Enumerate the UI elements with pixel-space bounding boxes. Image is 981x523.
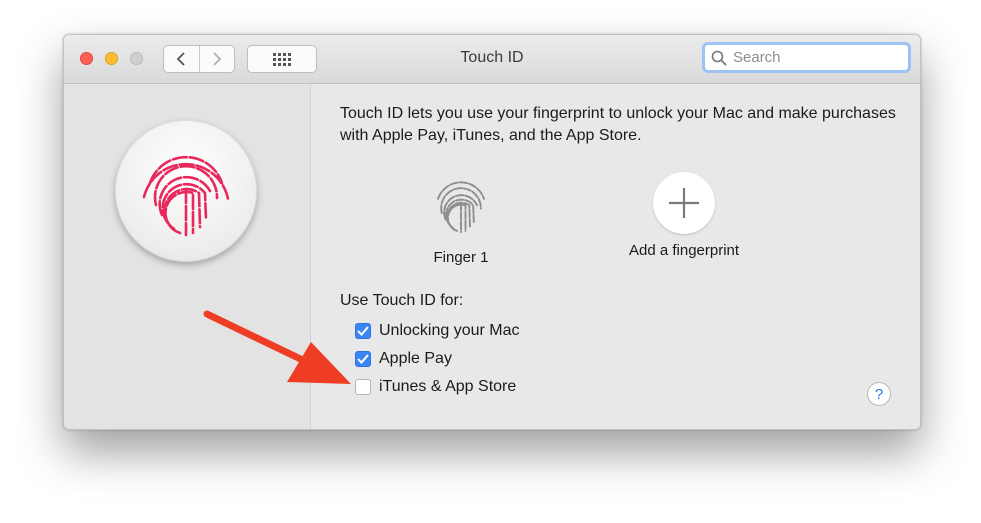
content-pane: Touch ID lets you use your fingerprint t… [311, 84, 920, 429]
touch-id-badge [115, 120, 257, 262]
fingerprint-icon [437, 181, 485, 234]
preferences-window: Touch ID Search Touch ID lets you use yo… [63, 34, 921, 430]
add-fingerprint-button[interactable]: Add a fingerprint [629, 172, 739, 259]
plus-icon [669, 188, 700, 218]
option-unlocking-mac[interactable]: Unlocking your Mac [355, 322, 520, 340]
checkbox-itunes-app-store[interactable] [355, 379, 371, 395]
search-field[interactable] [702, 42, 911, 73]
grid-icon [273, 53, 291, 66]
option-label: Unlocking your Mac [379, 322, 520, 339]
description-text: Touch ID lets you use your fingerprint t… [340, 105, 896, 144]
checkbox-apple-pay[interactable] [355, 351, 371, 367]
fingerprint-label: Finger 1 [433, 249, 489, 266]
back-forward-group [163, 45, 235, 73]
search-input[interactable] [733, 49, 893, 66]
option-apple-pay[interactable]: Apple Pay [355, 350, 452, 368]
checkmark-icon [357, 354, 369, 364]
option-label: Apple Pay [379, 350, 452, 367]
checkmark-icon [357, 326, 369, 336]
option-label: iTunes & App Store [379, 378, 517, 395]
add-fingerprint-label: Add a fingerprint [629, 242, 740, 259]
search-icon [711, 50, 727, 65]
close-button[interactable] [80, 52, 93, 65]
forward-button[interactable] [198, 46, 235, 72]
zoom-button[interactable] [130, 52, 143, 65]
add-fingerprint-circle[interactable] [653, 172, 716, 234]
show-all-button[interactable] [247, 45, 317, 73]
fingerprint-finger-1[interactable]: Finger 1 [429, 172, 493, 266]
minimize-button[interactable] [105, 52, 118, 65]
back-button[interactable] [164, 46, 199, 72]
checkbox-unlocking-mac[interactable] [355, 323, 371, 339]
use-touch-id-heading: Use Touch ID for: [340, 292, 464, 309]
help-button[interactable]: ? [867, 382, 891, 406]
fingerprint-icon [142, 155, 230, 237]
option-itunes-app-store[interactable]: iTunes & App Store [355, 378, 516, 396]
chevron-right-icon [213, 52, 222, 66]
chevron-left-icon [176, 52, 185, 66]
title-bar: Touch ID [64, 35, 920, 84]
annotation-arrow-icon [203, 310, 351, 384]
